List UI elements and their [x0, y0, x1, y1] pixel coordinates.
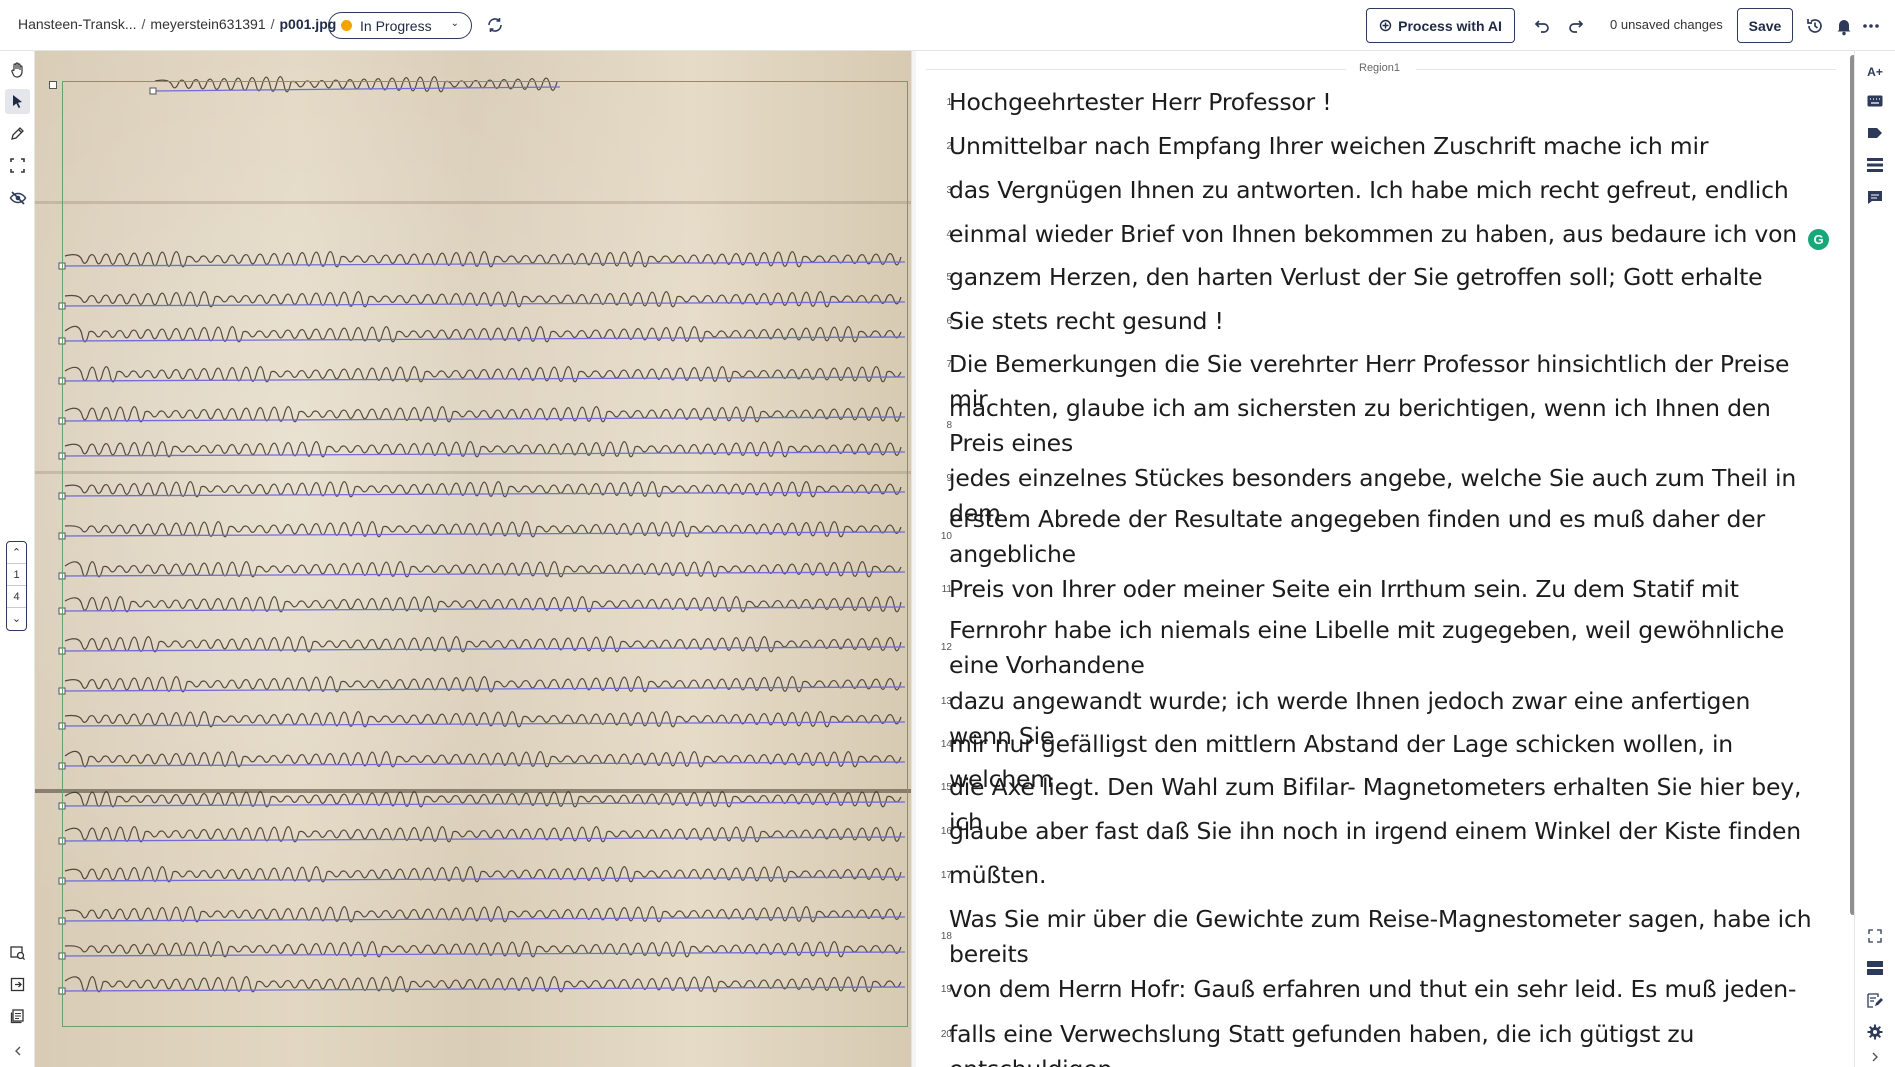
line-text[interactable]: machten, glaube ich am sichersten zu ber… [949, 391, 1819, 461]
status-label: In Progress [360, 17, 432, 34]
sync-icon[interactable] [486, 16, 504, 34]
line-text[interactable]: Preis von Ihrer oder meiner Seite ein Ir… [949, 572, 1819, 607]
transcription-line[interactable]: 13 dazu angewandt wurde; ich werde Ihnen … [916, 684, 1816, 750]
region-label: Region1 [1359, 62, 1400, 74]
transcription-line[interactable]: 8 machten, glaube ich am sichersten zu be… [916, 391, 1816, 461]
total-pages: 4 [7, 586, 26, 608]
hand-icon[interactable] [5, 57, 30, 82]
transcription-line[interactable]: 11 Preis von Ihrer oder meiner Seite ein … [916, 572, 1816, 607]
line-text[interactable]: Was Sie mir über die Gewichte zum Reise-… [949, 902, 1819, 972]
import-icon[interactable] [5, 972, 30, 997]
sparkle-icon [1379, 19, 1392, 32]
page-down-button[interactable]: ⌄ [7, 608, 26, 630]
region-divider [1416, 69, 1836, 70]
breadcrumb-separator: / [141, 16, 146, 32]
status-dot-icon [341, 20, 352, 31]
transcription-line[interactable]: 12 Fernrohr habe ich niemals eine Libelle… [916, 613, 1816, 683]
line-text[interactable]: erstem Abrede der Resultate angegeben fi… [949, 502, 1819, 572]
unsaved-changes-label: 0 unsaved changes [1610, 17, 1723, 32]
comment-icon[interactable] [1865, 187, 1885, 207]
region-divider [926, 69, 1346, 70]
edit-icon[interactable] [1865, 990, 1885, 1010]
layers-icon[interactable] [5, 1004, 30, 1029]
settings-icon[interactable] [1865, 1022, 1885, 1042]
line-text[interactable]: von dem Herrn Hofr: Gauß erfahren und th… [949, 972, 1819, 1007]
eye-off-icon[interactable] [5, 185, 30, 210]
transcription-line[interactable]: 3 das Vergnügen Ihnen zu antworten. Ich h… [916, 173, 1816, 208]
transcription-line[interactable]: 17 müßten. [916, 858, 1816, 893]
transcription-line[interactable]: 20 falls eine Verwechslung Statt gefunden… [916, 1017, 1816, 1067]
transcription-line[interactable]: 4 einmal wieder Brief von Ihnen bekommen … [916, 217, 1816, 252]
transcription-line[interactable]: 2 Unmittelbar nach Empfang Ihrer weichen … [916, 129, 1816, 164]
line-text[interactable]: müßten. [949, 858, 1819, 893]
more-icon[interactable] [1861, 16, 1881, 36]
text-region-box[interactable] [62, 81, 908, 1027]
page-navigator: ⌃ 1 4 ⌄ [6, 541, 27, 631]
undo-icon[interactable] [1531, 16, 1551, 36]
chevron-right-icon[interactable] [1865, 1047, 1885, 1067]
chevron-down-icon: ⌄ [450, 18, 459, 29]
font-size-icon[interactable]: A+ [1865, 62, 1885, 82]
transcription-line[interactable]: 19 von dem Herrn Hofr: Gauß erfahren und … [916, 972, 1816, 1007]
line-text[interactable]: Hochgeehrtester Herr Professor ! [949, 85, 1819, 120]
document-image-viewer[interactable] [35, 51, 911, 1067]
line-text[interactable]: einmal wieder Brief von Ihnen bekommen z… [949, 217, 1819, 252]
image-search-icon[interactable] [5, 940, 30, 965]
line-text[interactable]: ganzem Herzen, den harten Verlust der Si… [949, 260, 1819, 295]
transcription-line[interactable]: 16 glaube aber fast daß Sie ihn noch in i… [916, 814, 1816, 849]
transcription-line[interactable]: 9 jedes einzelnes Stückes besonders angeb… [916, 461, 1816, 527]
fullscreen-icon[interactable] [1865, 926, 1885, 946]
breadcrumb: Hansteen-Transk... / meyerstein631391/p001… [18, 16, 336, 32]
process-with-ai-button[interactable]: Process with AI [1366, 8, 1515, 43]
region-corner-handle[interactable] [49, 81, 57, 89]
line-text[interactable]: das Vergnügen Ihnen zu antworten. Ich ha… [949, 173, 1819, 208]
history-icon[interactable] [1805, 16, 1825, 36]
line-text[interactable]: Sie stets recht gesund ! [949, 304, 1819, 339]
tag-icon[interactable] [1865, 123, 1885, 143]
transcription-line[interactable]: 7 Die Bemerkungen die Sie verehrter Herr … [916, 347, 1816, 413]
chevron-left-icon[interactable] [5, 1038, 30, 1063]
top-bar: Hansteen-Transk... / meyerstein631391/p001… [0, 0, 1895, 51]
keyboard-icon[interactable] [1865, 91, 1885, 111]
line-text[interactable]: Unmittelbar nach Empfang Ihrer weichen Z… [949, 129, 1819, 164]
page-up-button[interactable]: ⌃ [7, 542, 26, 564]
transcription-editor[interactable]: Region1 1 Hochgeehrtester Herr Professor … [916, 51, 1854, 1067]
line-text[interactable]: Fernrohr habe ich niemals eine Libelle m… [949, 613, 1819, 683]
line-text[interactable]: glaube aber fast daß Sie ihn noch in irg… [949, 814, 1819, 849]
transcription-line[interactable]: 15 die Axe liegt. Den Wahl zum Bifilar- M… [916, 770, 1816, 836]
pointer-icon[interactable] [5, 89, 30, 114]
save-button[interactable]: Save [1737, 8, 1793, 43]
breadcrumb-collection[interactable]: meyerstein631391 [150, 16, 265, 32]
list-icon[interactable] [1865, 155, 1885, 175]
line-text[interactable]: falls eine Verwechslung Statt gefunden h… [949, 1017, 1819, 1067]
transcription-line[interactable]: 1 Hochgeehrtester Herr Professor ! [916, 85, 1816, 120]
transcription-line[interactable]: 6 Sie stets recht gesund ! [916, 304, 1816, 339]
crop-icon[interactable] [5, 153, 30, 178]
process-with-ai-label: Process with AI [1398, 17, 1502, 34]
pen-icon[interactable] [5, 121, 30, 146]
bell-icon[interactable] [1834, 16, 1854, 36]
redo-icon[interactable] [1567, 16, 1587, 36]
status-dropdown[interactable]: In Progress ⌄ [328, 12, 472, 39]
right-toolbar: A+ [1854, 51, 1895, 1067]
transcription-line[interactable]: 10 erstem Abrede der Resultate angegeben … [916, 502, 1816, 572]
breadcrumb-separator: / [270, 16, 275, 32]
transcription-line[interactable]: 14 mir nur gefälligst den mittlern Abstan… [916, 727, 1816, 793]
transcription-line[interactable]: 18 Was Sie mir über die Gewichte zum Reis… [916, 902, 1816, 972]
grammarly-icon[interactable]: G [1808, 229, 1829, 250]
left-toolbar: ⌃ 1 4 ⌄ [0, 51, 35, 1067]
layout-icon[interactable] [1865, 958, 1885, 978]
transcription-line[interactable]: 5 ganzem Herzen, den harten Verlust der S… [916, 260, 1816, 295]
breadcrumb-project[interactable]: Hansteen-Transk... [18, 16, 137, 32]
current-page: 1 [7, 564, 26, 586]
